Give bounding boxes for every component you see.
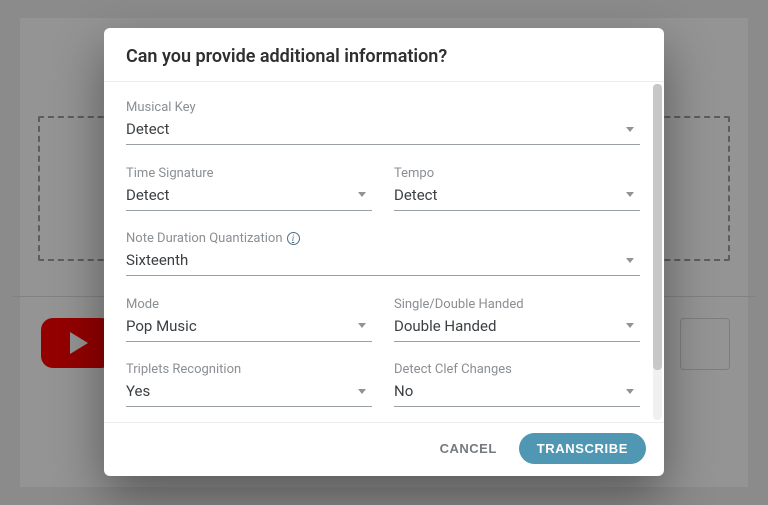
transcribe-button[interactable]: TRANSCRIBE [519,433,646,464]
field-handed: Single/Double Handed Double Handed [394,285,640,351]
label-time-signature: Time Signature [126,166,372,181]
select-clef[interactable]: No [394,380,640,407]
select-quantization[interactable]: Sixteenth [126,249,640,276]
field-quantization: Note Duration Quantization i Sixteenth [126,219,640,285]
field-clef: Detect Clef Changes No [394,350,640,416]
select-value: Sixteenth [126,251,188,269]
field-mode: Mode Pop Music [126,285,372,351]
select-value: Pop Music [126,317,197,335]
label-triplets: Triplets Recognition [126,362,372,377]
label-handed: Single/Double Handed [394,297,640,312]
select-value: Double Handed [394,317,496,335]
select-mode[interactable]: Pop Music [126,315,372,342]
select-value: Detect [126,186,169,204]
chevron-down-icon [358,192,366,197]
field-musical-key: Musical Key Detect [126,88,640,154]
select-time-signature[interactable]: Detect [126,184,372,211]
additional-info-modal: Can you provide additional information? … [104,28,664,476]
label-tempo: Tempo [394,166,640,181]
select-handed[interactable]: Double Handed [394,315,640,342]
modal-overlay: Can you provide additional information? … [0,0,768,505]
chevron-down-icon [626,258,634,263]
chevron-down-icon [626,127,634,132]
scrollbar[interactable] [653,84,662,420]
label-quantization: Note Duration Quantization i [126,231,640,246]
select-value: No [394,382,413,400]
label-musical-key: Musical Key [126,100,640,115]
label-clef: Detect Clef Changes [394,362,640,377]
select-value: Detect [126,120,169,138]
select-triplets[interactable]: Yes [126,380,372,407]
label-quantization-text: Note Duration Quantization [126,231,283,246]
cancel-button[interactable]: CANCEL [434,433,503,464]
select-value: Yes [126,382,150,400]
field-tempo: Tempo Detect [394,154,640,220]
chevron-down-icon [626,323,634,328]
field-triplets: Triplets Recognition Yes [126,350,372,416]
modal-body-wrap: Musical Key Detect Time Signature Detect… [104,81,664,423]
select-value: Detect [394,186,437,204]
info-icon[interactable]: i [287,232,300,245]
select-musical-key[interactable]: Detect [126,118,640,145]
scrollbar-thumb[interactable] [653,84,662,370]
label-mode: Mode [126,297,372,312]
modal-body: Musical Key Detect Time Signature Detect… [104,82,664,422]
modal-title: Can you provide additional information? [104,28,664,81]
chevron-down-icon [626,192,634,197]
chevron-down-icon [626,389,634,394]
field-time-signature: Time Signature Detect [126,154,372,220]
chevron-down-icon [358,389,366,394]
chevron-down-icon [358,323,366,328]
select-tempo[interactable]: Detect [394,184,640,211]
modal-footer: CANCEL TRANSCRIBE [104,423,664,476]
